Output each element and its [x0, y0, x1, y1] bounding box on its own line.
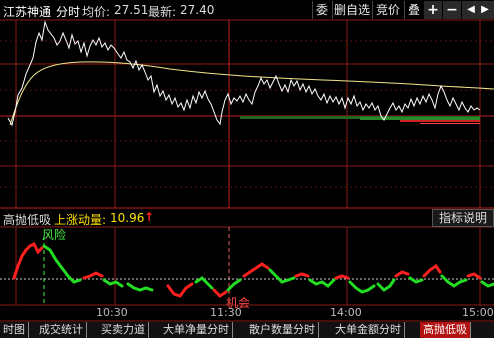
x-tick-label: 11:30 [210, 306, 242, 319]
indicator-header: 高抛低吸 上涨动量: 10.96 ↑ 指标说明 [0, 209, 494, 227]
intraday-chart-canvas [0, 19, 494, 322]
indicator-tab-bar: 时图 成交统计 买卖力道 大单净量分时 散户数量分时 大单金额分时 高抛低吸 [0, 322, 494, 338]
price-bars [240, 116, 480, 124]
price-line [7, 20, 481, 127]
indicator-help-button[interactable]: 指标说明 [432, 209, 494, 227]
price-panel-grid [0, 19, 494, 209]
tab-retail-count[interactable]: 散户数量分时 [246, 322, 319, 338]
momentum-value: 10.96 [110, 211, 145, 225]
x-tick-label: 14:00 [330, 306, 362, 319]
tab-big-order-amount[interactable]: 大单金额分时 [332, 322, 405, 338]
indicator-up-segments [12, 241, 482, 298]
x-tick-label: 10:30 [96, 306, 128, 319]
tab-sell-high-buy-low[interactable]: 高抛低吸 [420, 322, 471, 338]
tab-big-order-net[interactable]: 大单净量分时 [160, 322, 233, 338]
tab-buy-sell-force[interactable]: 买卖力道 [98, 322, 149, 338]
indicator-down-segments [42, 244, 494, 294]
tab-timeline[interactable]: 时图 [0, 322, 29, 338]
x-tick-label: 15:00 [462, 306, 494, 319]
up-arrow-icon: ↑ [144, 210, 155, 224]
tab-trade-stats[interactable]: 成交统计 [36, 322, 87, 338]
risk-annotation: 风险 [42, 228, 67, 242]
